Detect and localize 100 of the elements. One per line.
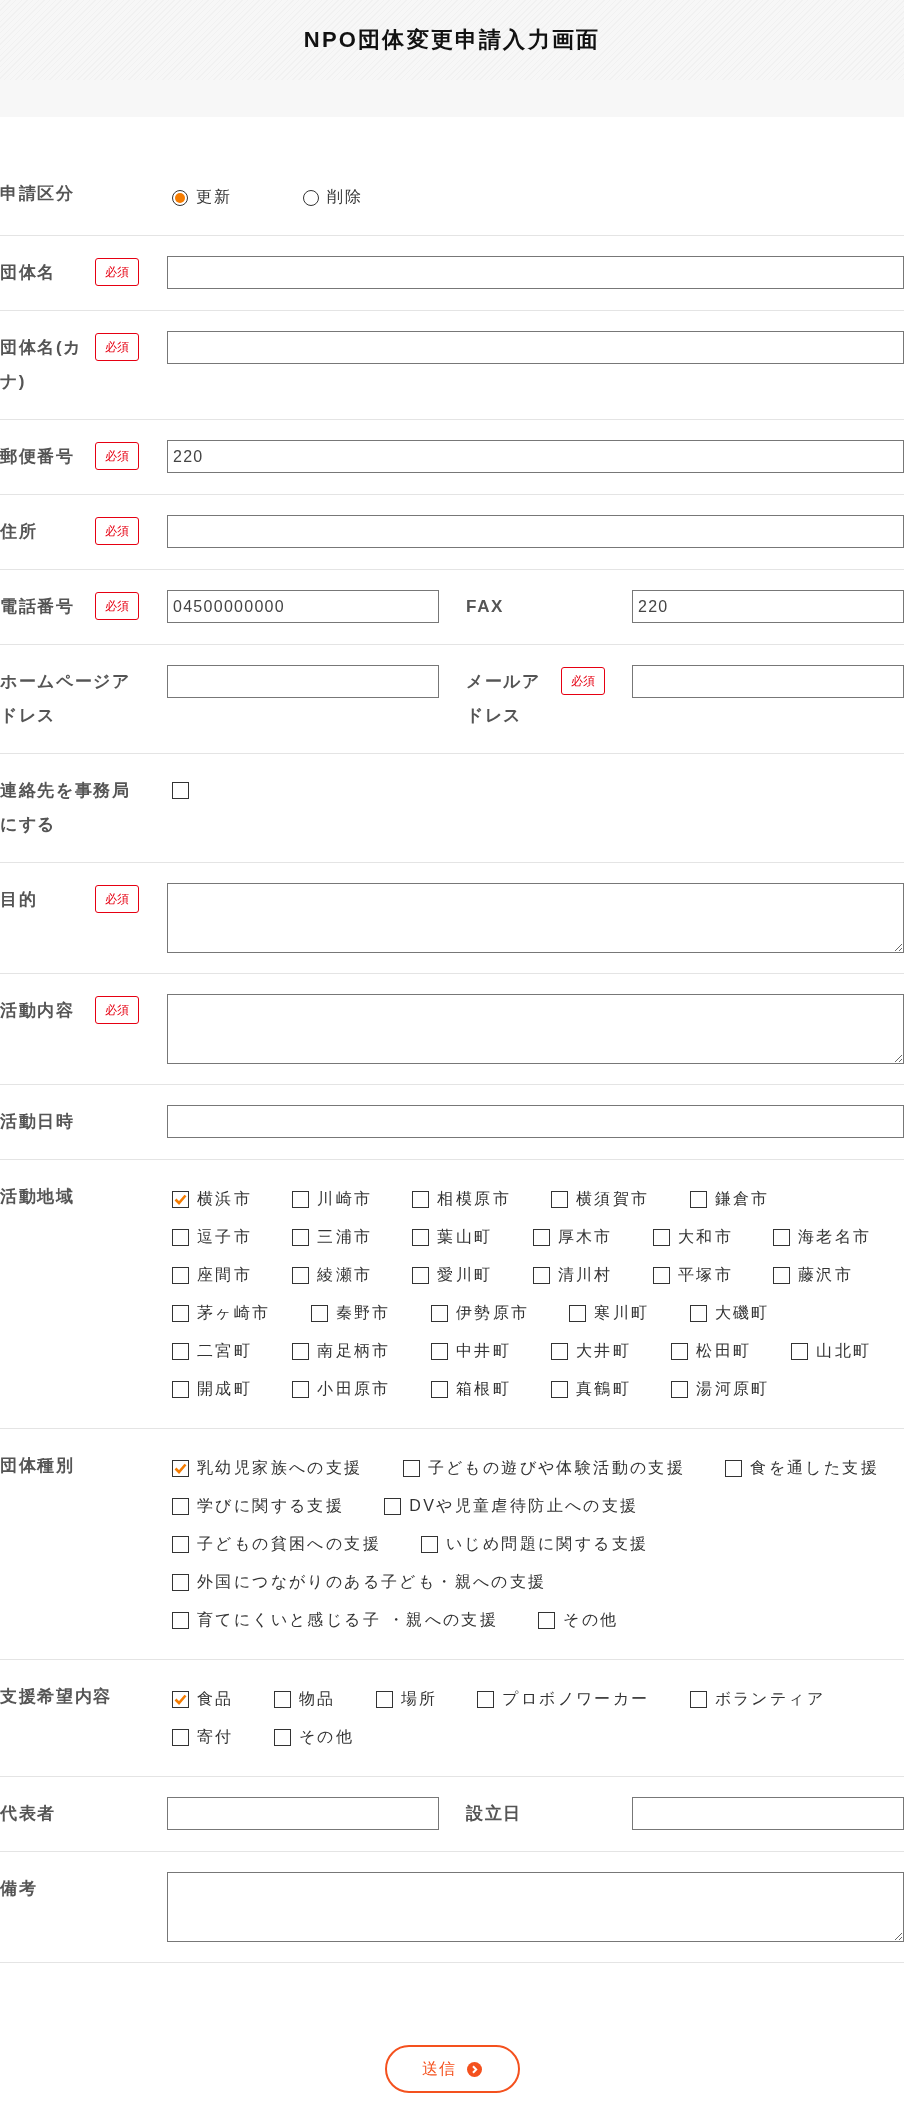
field-label: 設立日 [466,1803,524,1825]
checkbox[interactable] [292,1342,310,1360]
required-badge: 必須 [95,996,139,1024]
field-label: ホームページアドレス [0,671,132,727]
checkbox[interactable] [172,1190,189,1208]
required-badge: 必須 [95,442,139,470]
checkbox[interactable] [273,1690,291,1708]
option-label: 子どもの遊びや体験活動の支援 [427,1457,686,1478]
text-field[interactable] [167,1105,904,1138]
checkbox[interactable] [652,1266,670,1284]
field-label: 団体名(カナ) [0,337,84,393]
checkbox[interactable] [412,1190,430,1208]
checkbox[interactable] [172,1573,189,1591]
field-label: 住所 [0,521,39,543]
checkbox[interactable] [551,1190,568,1208]
option-label: 育てにくいと感じる子 ・親への支援 [197,1609,499,1630]
required-badge: 必須 [561,667,605,695]
text-field[interactable] [632,665,904,698]
option-label: 削除 [326,187,364,207]
option-label: 乳幼児家族への支援 [197,1457,363,1478]
text-field[interactable] [167,515,904,548]
checkbox[interactable] [172,1690,189,1708]
checkbox[interactable] [671,1380,689,1398]
option-label: 子どもの貧困への支援 [197,1533,381,1554]
checkbox[interactable] [172,1728,189,1746]
checkbox[interactable] [477,1690,495,1708]
checkbox[interactable] [172,1380,189,1398]
checkbox[interactable] [773,1228,790,1246]
text-field[interactable]: 220 [632,590,904,623]
checkbox[interactable] [402,1459,420,1477]
checkbox[interactable] [172,1228,189,1246]
checkbox[interactable] [551,1380,568,1398]
checkbox[interactable] [773,1266,790,1284]
text-area[interactable] [167,883,904,953]
text-field[interactable] [167,331,904,364]
checkbox[interactable] [172,1459,189,1477]
option-label: 食を通した支援 [750,1457,880,1478]
checkbox[interactable] [430,1304,448,1322]
text-field[interactable] [167,256,904,289]
text-area[interactable] [167,994,904,1064]
checkbox[interactable] [689,1190,707,1208]
checkbox[interactable] [430,1342,448,1360]
option-label: 伊勢原市 [455,1302,530,1323]
checkbox[interactable] [273,1728,291,1746]
text-field[interactable]: 04500000000 [167,590,439,623]
checkbox[interactable] [532,1228,550,1246]
checkbox[interactable] [430,1380,448,1398]
field-label: 郵便番号 [0,446,76,468]
option-label: 物品 [298,1688,336,1709]
checkbox[interactable] [538,1611,556,1629]
checkbox[interactable] [172,1611,189,1629]
checkbox[interactable] [421,1535,438,1553]
checkbox[interactable] [172,1342,189,1360]
option-label: 湯河原町 [696,1378,770,1399]
option-label: 横須賀市 [576,1188,650,1209]
field-label: 代表者 [0,1803,58,1825]
checkbox[interactable] [671,1342,689,1360]
option-label: 大磯町 [714,1302,770,1323]
option-label: 学びに関する支援 [197,1495,345,1516]
checkbox[interactable] [292,1228,310,1246]
checkbox[interactable] [725,1459,743,1477]
checkbox[interactable] [412,1228,430,1246]
field-label: 活動日時 [0,1111,76,1133]
checkbox[interactable] [172,1535,189,1553]
option-label: 二宮町 [197,1340,253,1361]
checkbox[interactable] [551,1342,568,1360]
checkbox[interactable] [689,1304,707,1322]
option-label: 海老名市 [798,1226,872,1247]
checkbox[interactable] [172,1266,189,1284]
submit-button[interactable]: 送信 [384,2045,520,2093]
option-label: 川崎市 [317,1188,373,1209]
option-label: 平塚市 [677,1264,733,1285]
checkbox[interactable] [172,782,189,799]
field-label: メールアドレス [466,671,542,727]
checkbox[interactable] [412,1266,430,1284]
text-field[interactable] [167,1797,439,1830]
checkbox[interactable] [292,1266,310,1284]
checkbox[interactable] [689,1690,707,1708]
checkbox[interactable] [791,1342,809,1360]
checkbox[interactable] [292,1190,310,1208]
field-label: 備考 [0,1878,39,1900]
text-field[interactable]: 220 [167,440,904,473]
text-area[interactable] [167,1872,904,1942]
option-label: 大井町 [576,1340,632,1361]
checkbox[interactable] [310,1304,328,1322]
option-label: 愛川町 [437,1264,493,1285]
checkbox[interactable] [652,1228,670,1246]
option-label: DVや児童虐待防止への支援 [409,1495,639,1516]
text-field[interactable] [632,1797,904,1830]
checkbox[interactable] [292,1380,310,1398]
text-field[interactable] [167,665,439,698]
option-label: 南足柄市 [317,1340,391,1361]
checkbox[interactable] [532,1266,550,1284]
checkbox[interactable] [375,1690,393,1708]
option-label: 秦野市 [335,1302,391,1323]
checkbox[interactable] [172,1304,189,1322]
checkbox[interactable] [569,1304,587,1322]
checkbox[interactable] [172,1497,189,1515]
checkbox[interactable] [384,1497,402,1515]
option-label: 小田原市 [317,1378,391,1399]
